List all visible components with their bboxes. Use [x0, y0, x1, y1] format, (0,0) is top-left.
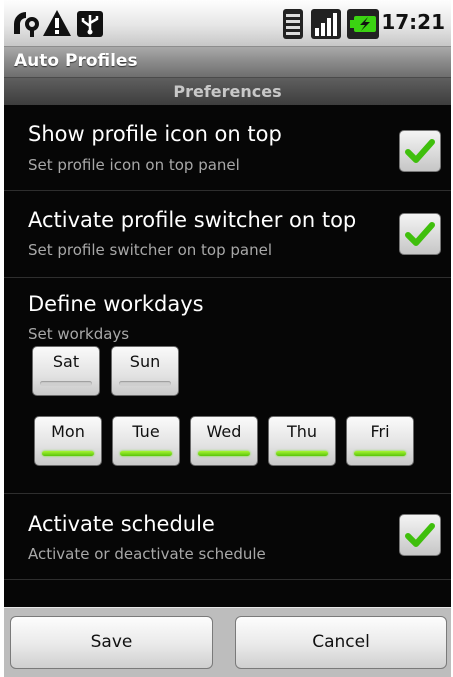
- day-toggle-tue[interactable]: Tue: [112, 416, 180, 466]
- day-toggle-sat[interactable]: Sat: [32, 346, 100, 396]
- pref-title: Activate schedule: [28, 512, 215, 536]
- day-indicator: [354, 451, 406, 456]
- pref-summary: Set profile switcher on top panel: [28, 241, 273, 259]
- pref-summary: Activate or deactivate schedule: [28, 545, 266, 563]
- save-button[interactable]: Save: [10, 616, 213, 669]
- wifi-scan-icon: [10, 8, 42, 42]
- day-toggle-fri[interactable]: Fri: [346, 416, 414, 466]
- phone-screen: 17:21 Auto Profiles Preferences Show pro…: [4, 0, 451, 677]
- day-indicator: [42, 451, 94, 456]
- day-toggle-sun[interactable]: Sun: [111, 346, 179, 396]
- cell-signal-icon: [310, 8, 342, 44]
- day-indicator: [120, 451, 172, 456]
- day-toggle-thu[interactable]: Thu: [268, 416, 336, 466]
- day-toggle-mon[interactable]: Mon: [34, 416, 102, 466]
- pref-activate-schedule[interactable]: Activate schedule Activate or deactivate…: [4, 494, 451, 580]
- bottom-button-bar: Save Cancel: [4, 607, 451, 677]
- pref-define-workdays: Define workdays Set workdays Sat Sun Mon…: [4, 278, 451, 494]
- battery-charging-icon: [346, 8, 380, 44]
- category-title: Preferences: [173, 82, 282, 101]
- day-indicator: [40, 381, 92, 386]
- pref-summary: Set workdays: [28, 325, 130, 343]
- category-header: Preferences: [4, 78, 451, 105]
- app-title: Auto Profiles: [14, 51, 138, 71]
- day-label: Thu: [286, 422, 318, 441]
- activate-schedule-checkbox[interactable]: [399, 514, 441, 556]
- day-indicator: [198, 451, 250, 456]
- status-bar: 17:21: [4, 0, 451, 47]
- preferences-list: Preferences Show profile icon on top Set…: [4, 78, 451, 607]
- day-label: Fri: [370, 422, 390, 441]
- checkmark-icon: [405, 139, 435, 163]
- checkmark-icon: [405, 222, 435, 246]
- pref-profile-switcher[interactable]: Activate profile switcher on top Set pro…: [4, 191, 451, 278]
- day-label: Sat: [52, 352, 80, 371]
- title-bar: Auto Profiles: [4, 47, 451, 78]
- show-profile-icon-checkbox[interactable]: [399, 130, 441, 172]
- status-time: 17:21: [381, 10, 445, 34]
- pref-title: Define workdays: [28, 292, 204, 316]
- day-label: Tue: [132, 422, 160, 441]
- wifi-signal-icon: [282, 8, 304, 44]
- pref-title: Activate profile switcher on top: [28, 208, 357, 232]
- pref-summary: Set profile icon on top panel: [28, 156, 240, 174]
- save-button-label: Save: [90, 632, 133, 652]
- pref-show-profile-icon[interactable]: Show profile icon on top Set profile ico…: [4, 105, 451, 191]
- cancel-button-label: Cancel: [312, 632, 370, 652]
- day-label: Mon: [51, 422, 85, 441]
- day-toggle-wed[interactable]: Wed: [190, 416, 258, 466]
- profile-switcher-checkbox[interactable]: [399, 213, 441, 255]
- day-indicator: [119, 381, 171, 386]
- usb-icon: [76, 8, 104, 42]
- cancel-button[interactable]: Cancel: [235, 616, 447, 669]
- warning-icon: [42, 8, 72, 42]
- checkmark-icon: [405, 523, 435, 547]
- day-label: Sun: [129, 352, 161, 371]
- pref-title: Show profile icon on top: [28, 122, 282, 146]
- day-indicator: [276, 451, 328, 456]
- day-label: Wed: [206, 422, 242, 441]
